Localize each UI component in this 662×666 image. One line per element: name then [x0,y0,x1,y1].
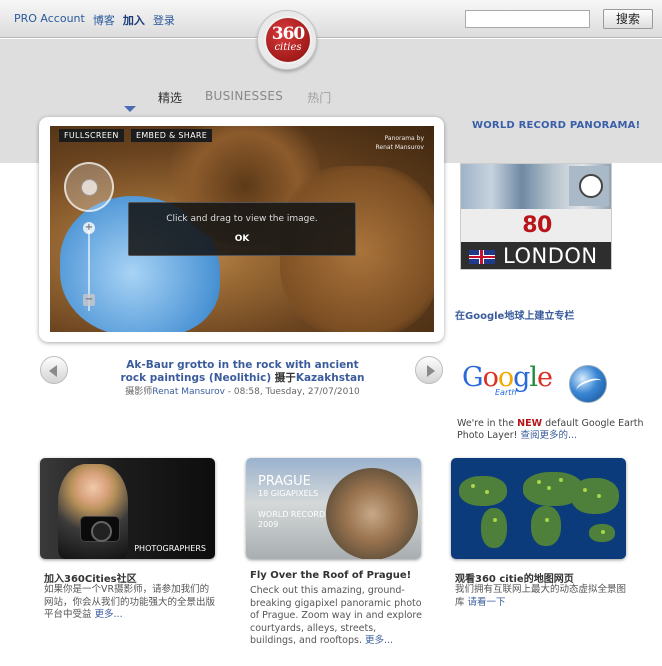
logo-badge[interactable]: 360 cities [257,10,317,70]
zoom-out-button[interactable]: − [83,294,95,306]
banner-gigapixels-text: 80 GIGAPIXELS! [461,209,611,269]
google-earth-more-link[interactable]: 查阅更多的... [520,430,577,441]
prague-card-image[interactable]: PRAGUE 18 GIGAPIXELS WORLD RECORD 2009 [246,458,421,559]
map-landmass [531,506,561,546]
map-marker-icon [597,494,601,498]
google-earth-link[interactable]: 在Google地球上建立专栏 [455,307,574,322]
photographers-card-image[interactable]: PHOTOGRAPHERS [40,458,215,559]
card-title-prague[interactable]: Fly Over the Roof of Prague! [250,570,411,581]
photographer-link[interactable]: Renat Mansurov [152,387,225,397]
photographer-figure [58,464,128,559]
search-button[interactable]: 搜索 [603,9,653,29]
map-marker-icon [545,518,549,522]
logo: 360 cities [264,16,312,64]
previous-panorama-button[interactable] [40,356,68,384]
drag-hint-message: Click and drag to view the image. [166,214,318,224]
credit-line-2: Renat Mansurov [375,144,424,151]
panorama-viewer-card: FULLSCREEN EMBED & SHARE Panorama by Ren… [39,117,444,342]
panorama-viewer[interactable]: FULLSCREEN EMBED & SHARE Panorama by Ren… [50,126,434,332]
map-marker-icon [547,486,551,490]
embed-share-button[interactable]: EMBED & SHARE [131,129,213,142]
camera-icon [80,516,120,542]
google-earth-subtitle: Earth [495,388,517,397]
credit-line-1: Panorama by [384,135,424,142]
photographer-prefix: 摄影师 [125,387,153,397]
prague-little-planet [326,468,418,559]
navigation-compass-icon[interactable] [64,162,114,212]
panorama-credit: Panorama by Renat Mansurov [376,134,424,152]
compass-center-icon [81,179,98,196]
map-landmass [481,508,507,548]
map-more-link[interactable]: 请看一下 [468,597,506,608]
community-more-link[interactable]: 更多... [95,609,123,620]
map-marker-icon [559,478,563,482]
photographers-label: PHOTOGRAPHERS [134,544,206,553]
zoom-in-button[interactable]: + [83,222,95,234]
uk-flag-icon [469,250,495,264]
arrow-left-icon [49,365,57,377]
world-record-link[interactable]: WORLD RECORD PANORAMA! [472,120,640,131]
login-link[interactable]: 登录 [153,12,175,28]
arrow-right-icon [427,365,435,377]
top-nav: PRO Account 博客 加入 登录 [14,12,175,28]
selected-tab-caret-icon [124,106,136,112]
map-marker-icon [537,480,541,484]
card-body-map: 我们拥有互联网上最大的动态虚拟全景图库 请看一下 [455,584,627,608]
pro-account-link[interactable]: PRO Account [14,12,85,28]
panorama-title: Ak-Baur grotto in the rock with ancient … [120,359,365,385]
big-ben-clock-icon [569,166,609,206]
prague-image-gigapixels: 18 GIGAPIXELS [258,489,319,498]
map-marker-icon [493,518,497,522]
map-marker-icon [485,490,489,494]
fullscreen-button[interactable]: FULLSCREEN [59,129,124,142]
prague-image-title: PRAGUE [258,474,311,489]
world-map-card-image[interactable] [451,458,626,559]
panorama-timestamp: - 08:58, Tuesday, 27/07/2010 [224,387,360,397]
london-gigapixel-banner[interactable]: 80 GIGAPIXELS! LONDON [460,163,612,270]
card-title-map[interactable]: 观看360 citie的地图网页 [455,570,574,585]
map-landmass [571,478,619,514]
logo-text-360: 360 [271,24,306,44]
map-marker-icon [471,484,475,488]
map-landmass [459,476,507,506]
top-bar: PRO Account 博客 加入 登录 搜索 [0,0,662,38]
next-panorama-button[interactable] [415,356,443,384]
new-badge: NEW [517,418,543,429]
prague-image-year: 2009 [258,520,279,529]
search-input[interactable] [465,10,590,28]
map-marker-icon [601,530,605,534]
location-prefix: 摄于 [271,372,296,384]
tab-popular[interactable]: 热门 [307,89,331,106]
google-earth-description: We're in the NEW default Google Earth Ph… [457,418,644,441]
map-marker-icon [583,488,587,492]
google-earth-globe-icon[interactable] [569,365,607,403]
join-link[interactable]: 加入 [123,12,145,28]
card-body-community: 如果你是一个VR摄影师，请参加我们的网站，你会从我们的功能强大的全景出版平台中受… [44,584,216,620]
dialog-ok-button[interactable]: OK [235,234,250,244]
card-body-prague: Check out this amazing, ground-breaking … [250,585,422,646]
panorama-meta: 摄影师Renat Mansurov - 08:58, Tuesday, 27/0… [110,384,375,397]
category-tabs: 精选 BUSINESSES 热门 [158,89,331,106]
location-link[interactable]: Kazakhstan [296,372,365,384]
card-title-community[interactable]: 加入360Cities社区 [44,570,137,585]
prague-more-link[interactable]: 更多... [365,635,393,646]
logo-text-cities: cities [274,42,302,53]
drag-hint-dialog: Click and drag to view the image. OK [128,202,356,256]
prague-image-record: WORLD RECORD [258,510,326,519]
tab-featured[interactable]: 精选 [158,89,182,106]
tab-businesses[interactable]: BUSINESSES [205,89,283,106]
blog-link[interactable]: 博客 [93,12,115,28]
